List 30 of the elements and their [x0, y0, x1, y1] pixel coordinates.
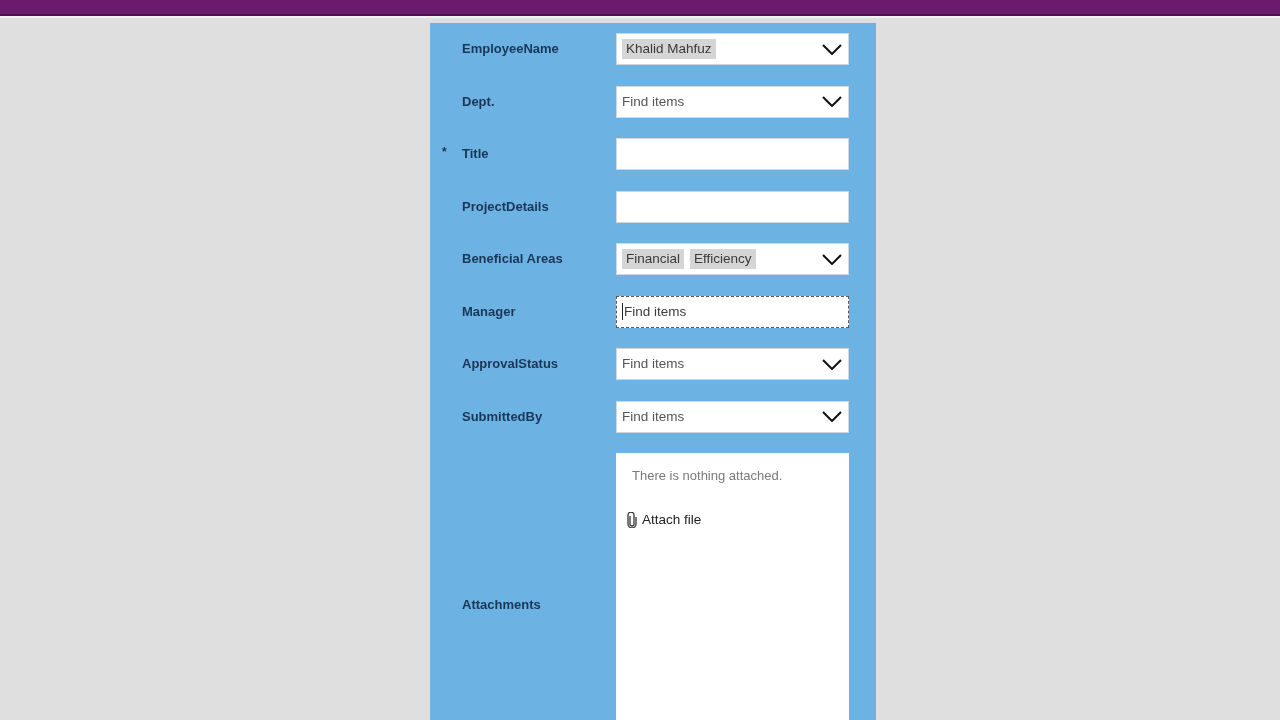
- field-label: Title: [462, 145, 490, 163]
- field-label: Dept.: [462, 92, 496, 111]
- selected-item-tag[interactable]: Financial: [622, 249, 685, 269]
- field-label: ProjectDetails: [462, 197, 550, 216]
- empty-message: There is nothing attached.: [632, 467, 784, 485]
- chevron-down-icon[interactable]: [822, 253, 842, 265]
- field-label: SubmittedBy: [462, 407, 544, 426]
- paperclip-icon: [627, 512, 637, 528]
- field-label: Manager: [462, 302, 517, 321]
- dropdown-field[interactable]: Find items: [616, 348, 849, 380]
- selected-item-tag[interactable]: Efficiency: [690, 249, 756, 269]
- field-label: Attachments: [462, 596, 542, 614]
- dropdown-field[interactable]: Find items: [616, 85, 849, 118]
- selected-item-tag[interactable]: Khalid Mahfuz: [622, 39, 716, 59]
- dropdown-field[interactable]: Find items: [616, 295, 849, 328]
- required-mark: *: [442, 146, 447, 158]
- text-field[interactable]: [616, 138, 849, 170]
- field-label: EmployeeName: [462, 40, 560, 58]
- dropdown-field[interactable]: Find items: [616, 400, 849, 433]
- dropdown-field[interactable]: Financial Efficiency: [616, 243, 849, 275]
- field-label: ApprovalStatus: [462, 355, 560, 373]
- dropdown-field[interactable]: Khalid Mahfuz: [616, 33, 849, 65]
- field-label: Beneficial Areas: [462, 250, 564, 268]
- chevron-down-icon[interactable]: [822, 96, 842, 107]
- text-field[interactable]: [616, 190, 849, 223]
- attach-file-link[interactable]: Attach file: [627, 511, 702, 529]
- text-caret-icon: [622, 303, 623, 320]
- chevron-down-icon[interactable]: [822, 411, 842, 422]
- chevron-down-icon[interactable]: [822, 43, 842, 55]
- chevron-down-icon[interactable]: [822, 358, 842, 370]
